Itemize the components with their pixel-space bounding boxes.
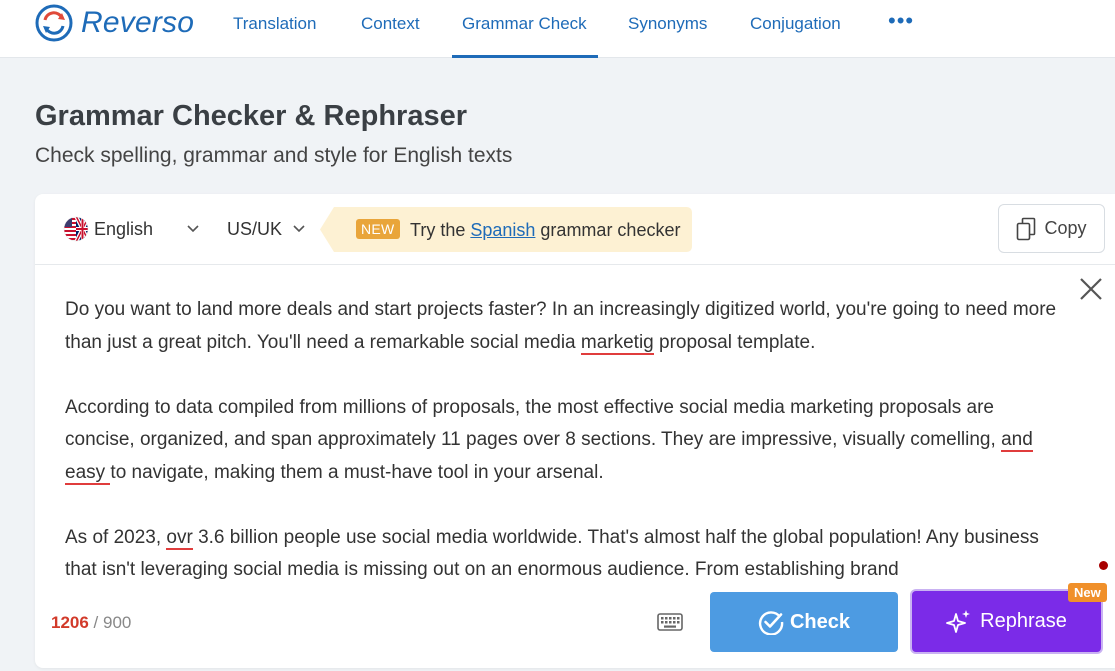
variant-select[interactable]: US/UK: [227, 219, 282, 240]
top-navigation: Reverso Translation Context Grammar Chec…: [0, 0, 1115, 58]
chevron-down-icon[interactable]: [293, 225, 305, 233]
text-editor[interactable]: Do you want to land more deals and start…: [65, 294, 1065, 580]
more-menu-button[interactable]: •••: [888, 8, 914, 34]
paragraph-2: According to data compiled from millions…: [65, 392, 1065, 490]
promo-banner: NEW Try the Spanish grammar checker: [320, 207, 692, 252]
text-segment: According to data compiled from millions…: [65, 396, 1002, 451]
paragraph-3: As of 2023, ovr 3.6 billion people use s…: [65, 522, 1065, 581]
nav-grammar-check[interactable]: Grammar Check: [462, 14, 587, 34]
text-segment: proposal template.: [653, 331, 816, 353]
text-segment: Do you want to land more deals and start…: [65, 299, 1057, 353]
reverso-logo-icon: [35, 4, 73, 42]
character-count-used: 1206: [51, 613, 89, 632]
page-title: Grammar Checker & Rephraser: [35, 100, 467, 132]
chevron-down-icon[interactable]: [187, 225, 199, 233]
nav-synonyms[interactable]: Synonyms: [628, 14, 707, 34]
language-label: English: [94, 218, 154, 239]
reverso-logo[interactable]: Reverso: [35, 4, 194, 42]
language-select[interactable]: English: [63, 216, 153, 242]
text-segment: As of 2023,: [65, 526, 167, 548]
text-segment: 3.6 billion people use social media worl…: [65, 526, 1039, 581]
us-uk-flag-icon: [63, 216, 89, 242]
character-count: 1206 / 900: [51, 613, 131, 633]
text-segment: to navigate, making them a must-have too…: [110, 461, 604, 483]
brand-name: Reverso: [81, 6, 195, 39]
page-subtitle: Check spelling, grammar and style for En…: [35, 144, 513, 167]
spelling-error[interactable]: marketig: [580, 331, 654, 355]
character-limit: / 900: [88, 613, 132, 632]
scroll-indicator[interactable]: [1099, 561, 1108, 570]
sparkle-icon: [946, 609, 971, 633]
active-tab-indicator: [452, 55, 598, 58]
promo-suffix: grammar checker: [535, 220, 681, 240]
check-button[interactable]: Check: [710, 592, 898, 652]
editor-toolbar: English US/UK NEW Try the Spanish gramma…: [35, 194, 1115, 265]
spanish-checker-link[interactable]: Spanish: [470, 220, 535, 240]
check-circle-icon: [758, 611, 784, 635]
promo-text: Try the Spanish grammar checker: [410, 220, 680, 241]
nav-context[interactable]: Context: [361, 14, 420, 34]
close-icon[interactable]: [1078, 276, 1104, 302]
nav-conjugation[interactable]: Conjugation: [750, 14, 841, 34]
nav-translation[interactable]: Translation: [233, 14, 316, 34]
check-label: Check: [789, 610, 851, 633]
paragraph-1: Do you want to land more deals and start…: [65, 294, 1065, 359]
promo-prefix: Try the: [410, 220, 471, 240]
rephrase-new-badge: New: [1068, 583, 1107, 602]
spelling-error[interactable]: ovr: [166, 526, 193, 550]
keyboard-icon[interactable]: [657, 613, 683, 631]
copy-label: Copy: [1044, 218, 1087, 238]
new-badge: NEW: [356, 219, 400, 239]
copy-button[interactable]: Copy: [998, 204, 1105, 253]
grammar-check-card: English US/UK NEW Try the Spanish gramma…: [35, 194, 1115, 668]
copy-icon: [1017, 217, 1036, 240]
rephrase-label: Rephrase: [980, 610, 1067, 632]
